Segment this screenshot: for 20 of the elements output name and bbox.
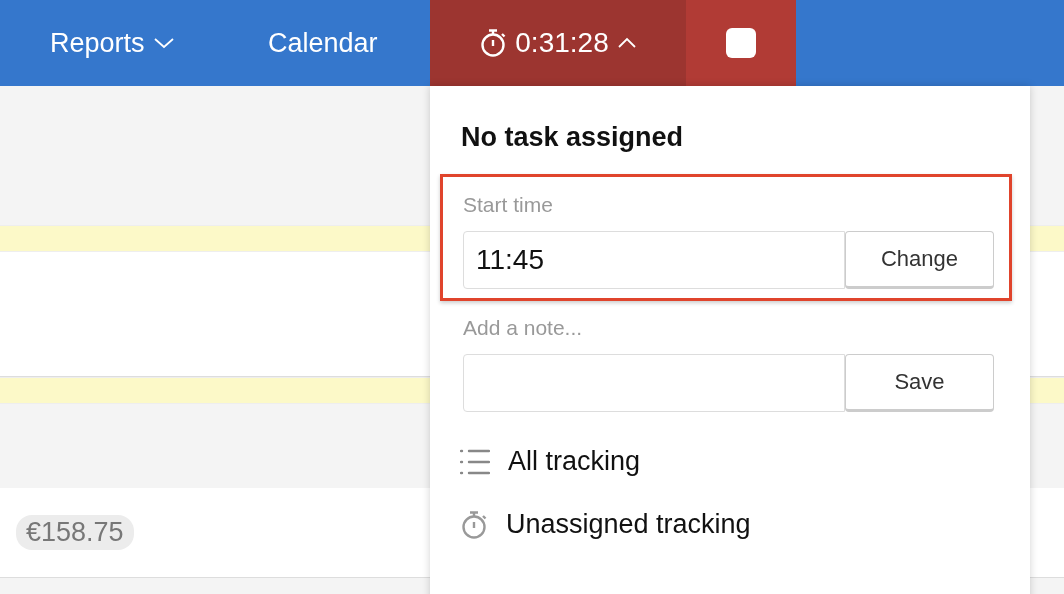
nav-link[interactable]: Reports [50,27,175,59]
save-button[interactable]: Save [845,354,994,412]
menu-link[interactable]: All tracking [460,446,1030,477]
chevron-icon [616,37,637,49]
list-icon [460,448,490,475]
nav-link[interactable]: Calendar [268,27,378,59]
timer-button[interactable]: 0:31:28 [430,0,686,86]
chevron-down-icon [152,36,175,50]
stop-icon [726,28,756,58]
menu-link[interactable]: Unassigned tracking [460,509,1030,540]
field-label: Add a note... [463,316,584,340]
start-time-field[interactable]: 11:45 [463,231,845,289]
amount-badge: €158.75 [16,515,134,550]
popup-title: No task assigned [460,122,685,153]
stopwatch-icon [460,509,488,540]
note-field[interactable] [463,354,845,412]
stop-button[interactable] [686,0,796,86]
stopwatch-icon [479,28,508,58]
change-button[interactable]: Change [845,231,994,289]
field-label: Start time [463,193,554,217]
